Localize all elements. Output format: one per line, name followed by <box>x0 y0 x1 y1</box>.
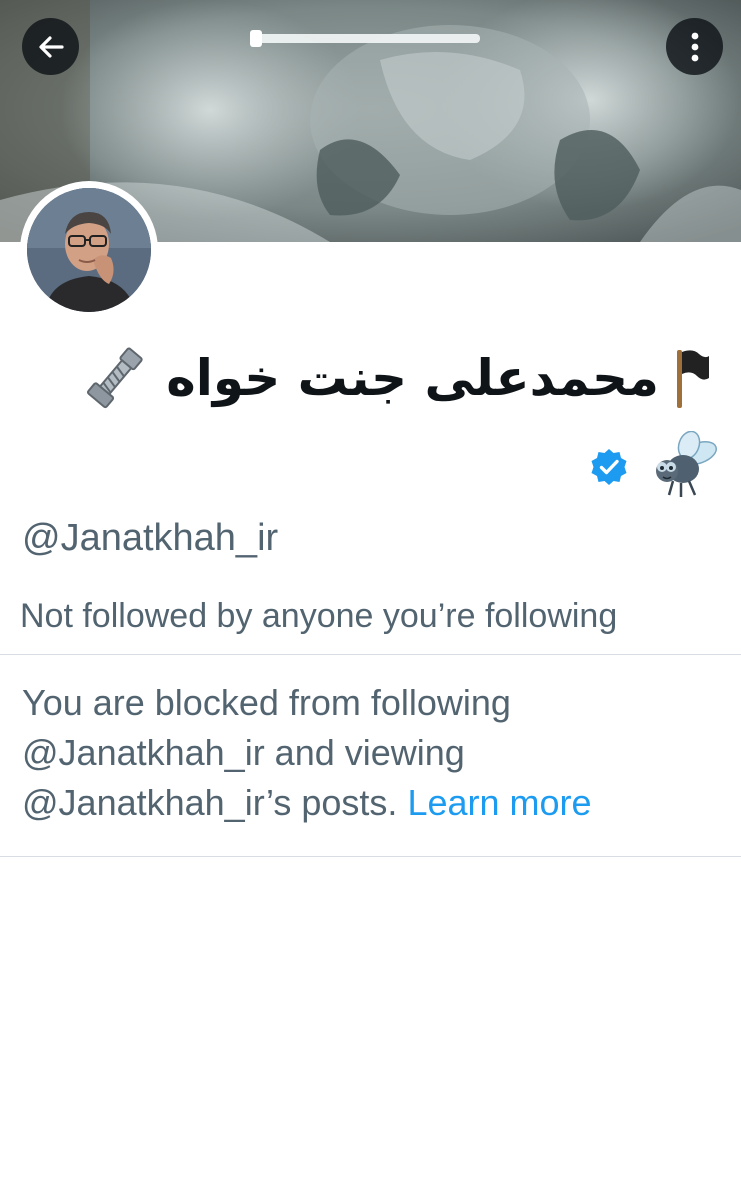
nut-and-bolt-icon <box>87 347 143 409</box>
blocked-message-line-2: @Janatkhah_ir and viewing <box>22 732 465 773</box>
blocked-message-line-3: @Janatkhah_ir’s posts. <box>22 782 398 823</box>
profile-handle: @Janatkhah_ir <box>22 517 279 559</box>
more-options-button[interactable] <box>666 18 723 75</box>
divider <box>0 856 741 857</box>
arrow-left-icon <box>38 35 64 58</box>
back-button[interactable] <box>22 18 79 75</box>
blocked-message-line-1: You are blocked from following <box>22 682 511 723</box>
learn-more-link[interactable]: Learn more <box>407 782 591 823</box>
vertical-ellipsis-icon <box>691 32 698 61</box>
divider <box>0 654 741 655</box>
blocked-message: You are blocked from following @Janatkha… <box>22 678 722 828</box>
fly-icon <box>656 431 718 497</box>
followers-you-know-note: Not followed by anyone you’re following <box>20 597 618 635</box>
avatar-image <box>27 188 151 312</box>
verified-badge-icon[interactable] <box>589 447 629 487</box>
badge-row <box>589 428 719 506</box>
display-name-row: محمدعلی جنت خواه <box>76 338 711 418</box>
black-flag-icon <box>677 350 709 408</box>
avatar[interactable] <box>20 181 158 319</box>
display-name: محمدعلی جنت خواه <box>166 349 659 407</box>
